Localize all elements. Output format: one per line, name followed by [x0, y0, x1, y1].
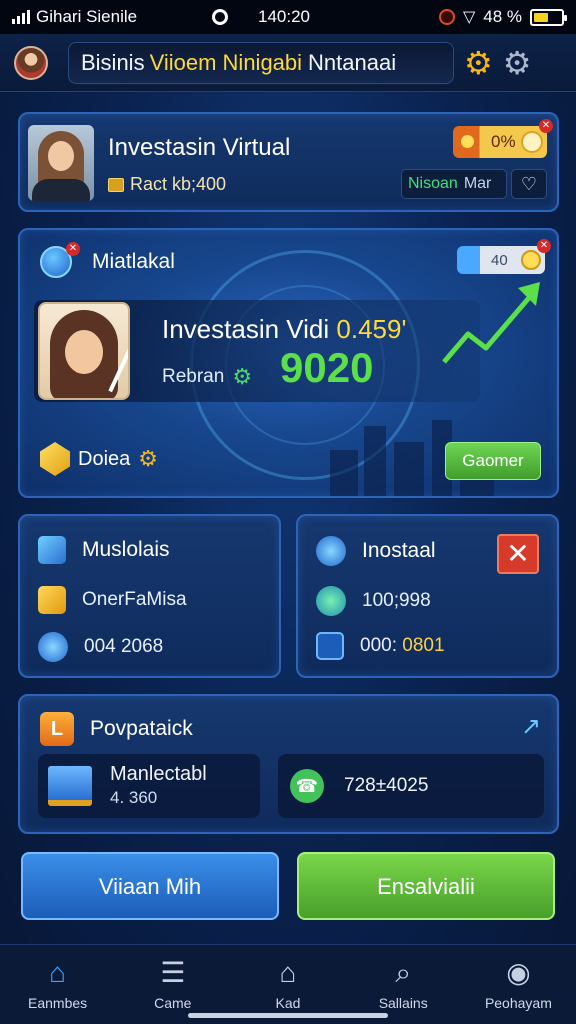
wide-item-book[interactable]: Manlectabl 4. 360: [38, 754, 260, 818]
coin-icon: [521, 131, 543, 153]
card-left-title: Muslolais: [82, 538, 170, 561]
sync-icon: [212, 9, 228, 25]
close-icon[interactable]: ✕: [539, 119, 553, 133]
wide-item2: 728±4025: [344, 775, 429, 796]
toggle-value: 40: [491, 251, 508, 269]
toggle-pill[interactable]: 40 ✕: [457, 239, 551, 274]
investment-label-text: Rebran: [162, 366, 225, 387]
card-left-row1: OnerFaMisa: [82, 589, 187, 610]
badge-icon: [108, 177, 124, 192]
bookmark-icon: L: [40, 712, 74, 746]
battery-icon: [530, 8, 567, 26]
home-icon: ⌂: [49, 957, 67, 988]
percent-text: 0%: [491, 132, 516, 151]
settings-badge-icon: [316, 536, 346, 566]
nav-label: Kad: [275, 995, 301, 1011]
close-icon: ✕: [506, 538, 530, 569]
close-button[interactable]: ✕: [497, 534, 539, 574]
profile-name: Investasin Virtual: [108, 134, 291, 161]
nav-label: Sallains: [378, 995, 428, 1011]
carrier-name: Gihari Sienile: [36, 7, 138, 26]
secondary-button[interactable]: Ensalvialii: [297, 852, 555, 920]
close-icon[interactable]: ✕: [537, 239, 551, 253]
trend-arrow-icon: [442, 282, 540, 364]
gold-gear-icon: ⚙: [138, 446, 158, 471]
cube-icon: [38, 536, 66, 564]
gem-icon: [40, 442, 70, 476]
orb-icon: [461, 135, 474, 148]
coin-icon: [521, 250, 541, 270]
wide-item1-line2: 4. 360: [110, 788, 158, 807]
wifi-icon: ▽: [462, 9, 476, 26]
investment-card: ✕ Miatlakal 40 ✕ Investasin Vidi 0.459' …: [18, 228, 559, 498]
investment-card-title: Miatlakal: [92, 250, 175, 273]
summary-card-right[interactable]: Inostaal ✕ 100;998 000: 0801: [296, 514, 559, 678]
coins-row: Doiea ⚙: [40, 442, 158, 476]
gold-gear-icon[interactable]: ⚙: [464, 47, 493, 79]
investment-title-text: Investasin Vidi: [162, 314, 330, 344]
status-chip[interactable]: Nisoan Mar: [401, 169, 507, 199]
app-header: Bisinis Viioem Ninigabi Nntanaai ⚙ ⚙: [0, 34, 576, 92]
card-left-row2: 004 2068: [84, 636, 164, 657]
card-right-row1: 100;998: [362, 590, 431, 611]
wallet-icon: [316, 632, 344, 660]
nav-label: Peohayam: [484, 995, 552, 1011]
action-button[interactable]: Gaomer: [445, 442, 541, 480]
profile-portrait: [28, 125, 94, 201]
nav-label: Came: [154, 995, 192, 1011]
book-icon: [48, 766, 92, 806]
search-icon: ⌕: [395, 957, 412, 988]
signal-icon: [12, 10, 30, 24]
coins-label: Doiea: [78, 447, 131, 470]
send-icon[interactable]: ↗: [521, 712, 541, 741]
wide-item1-line1: Manlectabl: [110, 763, 207, 785]
bottom-nav: ⌂ Eanmbes ☰ Came ⌂ Kad ⌕ Sallains ◉ Peoh…: [0, 944, 576, 1024]
nav-label: Eanmbes: [28, 995, 88, 1011]
profile-sub-text: Ract kb;400: [130, 174, 227, 194]
wide-card[interactable]: L Povpataick ↗ Manlectabl 4. 360 ☎ 728±4…: [18, 694, 559, 834]
status-bar: Gihari Sienile 140:20 ▽ 48 %: [0, 0, 576, 34]
home-indicator[interactable]: [188, 1013, 388, 1018]
target-icon: [316, 586, 346, 616]
close-badge-icon[interactable]: ✕: [66, 242, 80, 256]
investment-label: Rebran ⚙: [162, 364, 252, 390]
header-title-part1: Bisinis: [81, 49, 145, 75]
investment-value: 9020: [280, 344, 374, 391]
wide-card-title: Povpataick: [90, 717, 193, 740]
investment-percent: 0.459': [336, 314, 407, 344]
battery-percent: 48 %: [483, 7, 522, 26]
green-gear-icon: ⚙: [232, 364, 253, 389]
location-pin-icon: ◉: [506, 957, 531, 988]
card-right-row2-prefix: 000:: [360, 635, 397, 656]
compass-icon: [38, 632, 68, 662]
investor-portrait: [38, 302, 130, 400]
status-chip-grey: Mar: [463, 175, 492, 192]
summary-card-left[interactable]: Muslolais OnerFaMisa 004 2068: [18, 514, 281, 678]
header-title-accent: Viioem Ninigabi: [149, 49, 303, 75]
house-outline-icon: ⌂: [279, 957, 297, 988]
card-right-row2-value: 0801: [402, 635, 445, 656]
nav-item-home[interactable]: ⌂ Eanmbes: [0, 945, 115, 1024]
percent-pill[interactable]: 0% ✕: [453, 119, 553, 158]
gift-icon: [38, 586, 66, 614]
investment-title: Investasin Vidi 0.459': [162, 314, 406, 345]
header-title: Bisinis Viioem Ninigabi Nntanaai: [68, 41, 454, 84]
wide-item-phone[interactable]: ☎ 728±4025: [278, 754, 544, 818]
header-title-part2: Nntanaai: [308, 49, 397, 75]
status-chip-green: Nisoan: [408, 175, 458, 192]
card-right-title: Inostaal: [362, 539, 436, 562]
list-icon: ☰: [160, 957, 186, 988]
avatar[interactable]: [14, 45, 48, 80]
heart-icon: ♡: [520, 174, 538, 194]
nav-item-location[interactable]: ◉ Peohayam: [461, 945, 576, 1024]
phone-icon: ☎: [290, 769, 324, 803]
status-time: 140:20: [258, 7, 310, 26]
settings-gear-icon[interactable]: ⚙: [503, 47, 532, 79]
profile-sub: Ract kb;400: [108, 174, 226, 195]
primary-button[interactable]: Viiaan Mih: [21, 852, 279, 920]
investment-row: Investasin Vidi 0.459' Rebran ⚙ 9020: [34, 300, 480, 402]
profile-card[interactable]: Investasin Virtual Ract kb;400 0% ✕ Niso…: [18, 112, 559, 212]
favorite-button[interactable]: ♡: [511, 169, 547, 199]
alarm-icon: [438, 9, 455, 25]
